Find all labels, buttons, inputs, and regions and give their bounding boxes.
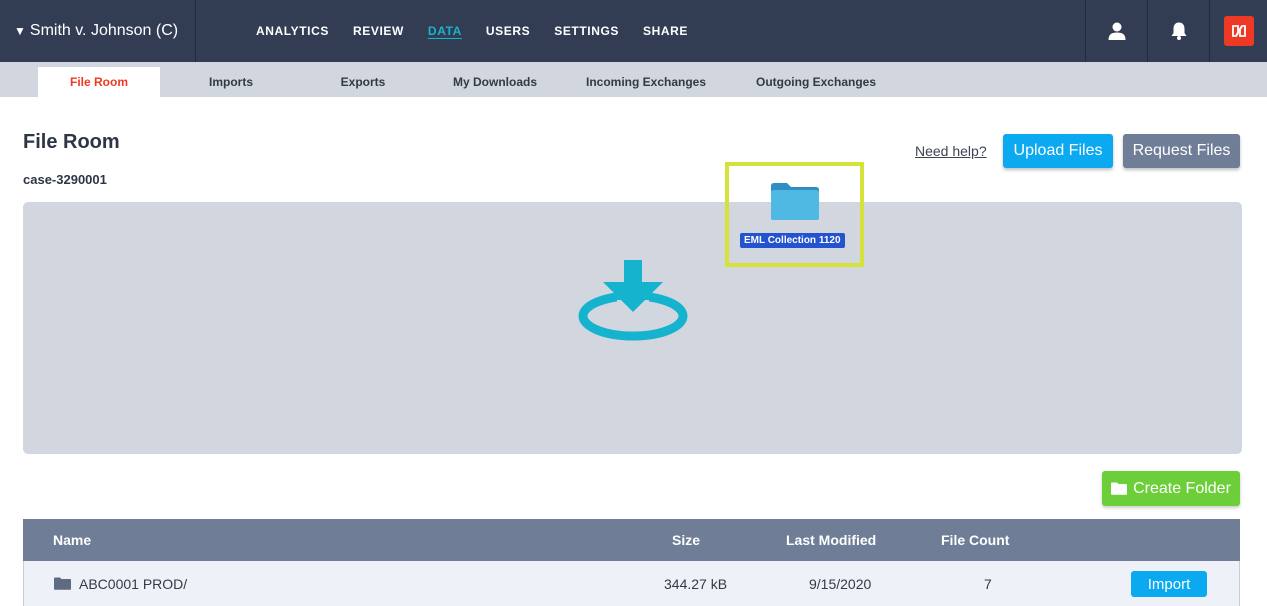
- drag-preview-label: EML Collection 1120: [740, 233, 845, 248]
- folder-icon: [1111, 482, 1128, 495]
- nav-users[interactable]: USERS: [486, 24, 530, 38]
- bell-icon: [1171, 22, 1186, 40]
- case-title: Smith v. Johnson (C): [29, 22, 179, 39]
- row-file-count: 7: [984, 575, 992, 592]
- table-row[interactable]: ABC0001 PROD/ 344.27 kB 9/15/2020 7 Impo…: [23, 561, 1240, 606]
- create-folder-button[interactable]: Create Folder: [1102, 471, 1240, 506]
- row-name-cell: ABC0001 PROD/: [54, 561, 187, 606]
- subtab-bar: File Room Imports Exports My Downloads I…: [0, 62, 1267, 97]
- upload-files-button[interactable]: Upload Files: [1003, 134, 1113, 168]
- folder-icon: [54, 577, 71, 590]
- row-size: 344.27 kB: [664, 575, 728, 592]
- user-menu-button[interactable]: [1085, 0, 1147, 62]
- main-nav: ANALYTICS REVIEW DATA USERS SETTINGS SHA…: [256, 0, 712, 62]
- folder-icon: [771, 183, 819, 220]
- case-selector[interactable]: ▼ Smith v. Johnson (C): [0, 0, 196, 62]
- page-title: File Room: [23, 131, 120, 153]
- table-header: Name Size Last Modified File Count: [23, 519, 1240, 561]
- column-header-file-count[interactable]: File Count: [941, 519, 1009, 561]
- tab-file-room[interactable]: File Room: [38, 67, 160, 97]
- caret-down-icon: ▼: [14, 24, 26, 38]
- column-header-size[interactable]: Size: [672, 519, 700, 561]
- row-name[interactable]: ABC0001 PROD/: [79, 576, 187, 592]
- row-last-modified: 9/15/2020: [809, 575, 872, 592]
- tab-incoming-exchanges[interactable]: Incoming Exchanges: [566, 67, 726, 97]
- nav-share[interactable]: SHARE: [643, 24, 688, 38]
- tab-my-downloads[interactable]: My Downloads: [434, 67, 556, 97]
- import-button[interactable]: Import: [1131, 571, 1207, 597]
- column-header-name[interactable]: Name: [53, 519, 91, 561]
- brand-logo-icon: [1223, 16, 1254, 46]
- user-icon: [1108, 22, 1125, 40]
- brand-menu-button[interactable]: [1209, 0, 1267, 62]
- request-files-button[interactable]: Request Files: [1123, 134, 1240, 168]
- nav-analytics[interactable]: ANALYTICS: [256, 24, 329, 38]
- notifications-button[interactable]: [1147, 0, 1209, 62]
- tab-exports[interactable]: Exports: [302, 67, 424, 97]
- create-folder-label: Create Folder: [1133, 479, 1231, 497]
- tab-outgoing-exchanges[interactable]: Outgoing Exchanges: [736, 67, 896, 97]
- nav-data[interactable]: DATA: [428, 24, 462, 38]
- download-tray-icon: [578, 260, 688, 341]
- top-bar: ▼ Smith v. Johnson (C) ANALYTICS REVIEW …: [0, 0, 1267, 62]
- tab-imports[interactable]: Imports: [170, 67, 292, 97]
- nav-review[interactable]: REVIEW: [353, 24, 404, 38]
- column-header-last-modified[interactable]: Last Modified: [786, 519, 876, 561]
- case-id: case-3290001: [23, 172, 107, 187]
- help-link[interactable]: Need help?: [915, 143, 987, 159]
- top-icons: [1085, 0, 1267, 62]
- nav-settings[interactable]: SETTINGS: [554, 24, 619, 38]
